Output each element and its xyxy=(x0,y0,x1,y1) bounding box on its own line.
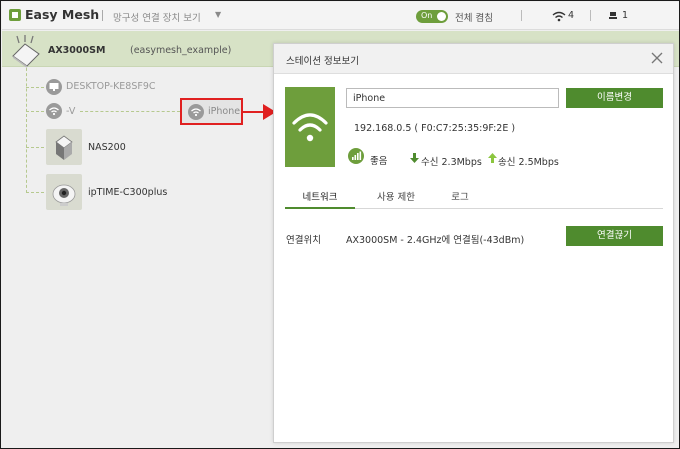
signal-strength-icon xyxy=(348,148,364,164)
top-bar: Easy Mesh 망구성 연결 장치 보기 ▼ On 전체 켬침 4 1 xyxy=(2,2,679,30)
app-title: Easy Mesh xyxy=(25,7,100,22)
wifi-glyph xyxy=(292,113,328,142)
wifi-device-count: 4 xyxy=(568,10,575,21)
tree-connector xyxy=(26,87,44,88)
tree-connector xyxy=(26,147,44,148)
tx-rate: 송신 2.5Mbps xyxy=(498,157,559,168)
rx-rate: 수신 2.3Mbps xyxy=(421,157,482,168)
panel-title: 스테이션 정보보기 xyxy=(286,56,359,67)
toggle-knob xyxy=(437,12,446,21)
easymesh-logo-icon xyxy=(9,9,21,21)
close-icon[interactable] xyxy=(650,51,664,65)
connection-location-label: 연결위치 xyxy=(286,235,321,246)
device-v[interactable] xyxy=(46,103,62,119)
tree-connector xyxy=(26,119,27,193)
device-label: iPhone xyxy=(208,106,241,117)
router-name: AX3000SM xyxy=(48,45,106,56)
device-camera[interactable] xyxy=(46,174,82,210)
router-ssid: (easymesh_example) xyxy=(130,45,232,56)
device-iphone-highlight[interactable]: iPhone xyxy=(180,98,243,125)
toggle-state-label: On xyxy=(421,11,433,20)
chevron-down-icon[interactable]: ▼ xyxy=(215,10,221,19)
device-nas[interactable] xyxy=(46,129,82,165)
all-on-label: 전체 켬침 xyxy=(455,13,493,24)
panel-header: 스테이션 정보보기 xyxy=(274,44,673,74)
device-name-input[interactable] xyxy=(346,88,559,108)
device-iphone xyxy=(188,104,204,120)
lan-icon xyxy=(609,12,617,19)
router-icon xyxy=(12,35,40,68)
device-label[interactable]: NAS200 xyxy=(88,142,126,153)
all-on-toggle[interactable]: On xyxy=(416,10,448,23)
device-label[interactable]: ipTIME-C300plus xyxy=(88,187,167,198)
device-desktop[interactable] xyxy=(46,79,62,95)
wifi-icon xyxy=(191,108,201,117)
disconnect-button[interactable]: 연결끊기 xyxy=(566,226,663,246)
callout-arrow-icon xyxy=(243,104,276,120)
arrow-up-icon xyxy=(488,153,497,163)
signal-quality-label: 좋음 xyxy=(370,156,388,167)
tab-usage-limit[interactable]: 사용 제한 xyxy=(361,189,431,209)
topology-area: AX3000SM (easymesh_example) DESKTOP-KE8S… xyxy=(2,31,679,448)
view-mode-dropdown[interactable]: 망구성 연결 장치 보기 xyxy=(113,10,201,24)
camera-icon xyxy=(52,184,76,206)
device-label[interactable]: DESKTOP-KE8SF9C xyxy=(66,81,156,92)
tab-network[interactable]: 네트워크 xyxy=(285,189,355,209)
ip-mac-address: 192.168.0.5 ( F0:C7:25:35:9F:2E ) xyxy=(354,123,516,134)
tree-connector xyxy=(26,192,44,193)
wifi-icon xyxy=(552,11,566,22)
device-label[interactable]: -V xyxy=(66,106,75,117)
nas-icon xyxy=(55,135,73,160)
toolbar-divider xyxy=(521,10,522,21)
app-window: Easy Mesh 망구성 연결 장치 보기 ▼ On 전체 켬침 4 1 AX… xyxy=(0,0,680,449)
connection-location-value: AX3000SM - 2.4GHz에 연결됨(-43dBm) xyxy=(346,235,525,246)
station-info-panel: 스테이션 정보보기 이름변경 192.168.0.5 ( F0:C7:25:35… xyxy=(273,43,674,443)
rename-button[interactable]: 이름변경 xyxy=(566,88,663,108)
toolbar-divider xyxy=(590,10,591,21)
tree-connector xyxy=(26,68,27,117)
arrow-down-icon xyxy=(410,153,419,163)
lan-device-count: 1 xyxy=(622,10,629,21)
wifi-icon xyxy=(285,87,335,167)
wifi-icon xyxy=(49,107,59,116)
tree-connector xyxy=(26,111,44,112)
tab-log[interactable]: 로그 xyxy=(437,189,483,209)
title-divider xyxy=(102,10,103,21)
monitor-icon xyxy=(49,83,59,91)
tree-connector xyxy=(80,111,180,112)
